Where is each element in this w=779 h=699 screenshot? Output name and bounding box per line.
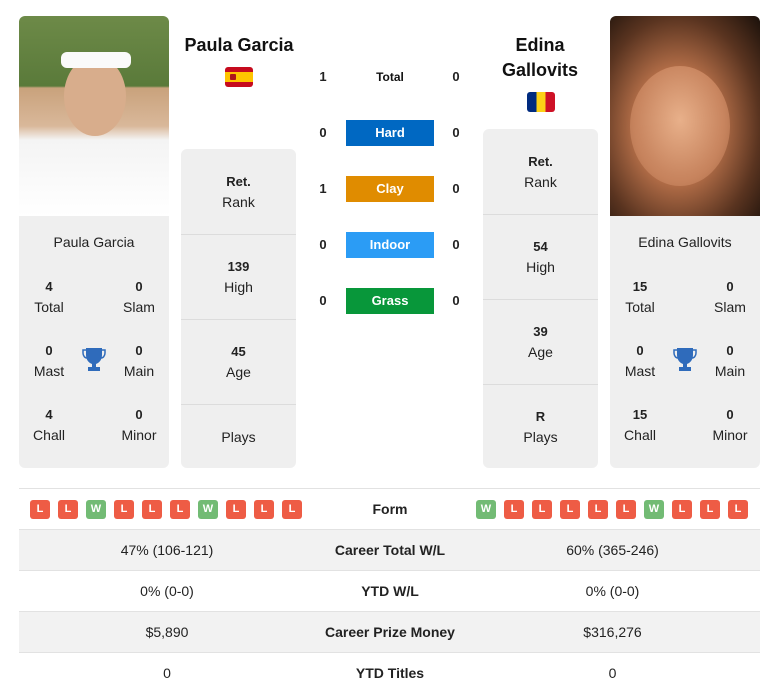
form-loss-badge[interactable]: L: [616, 500, 636, 519]
surface-clay-badge[interactable]: Clay: [346, 176, 434, 202]
info-age: 39 Age: [483, 299, 598, 384]
form-loss-badge[interactable]: L: [728, 500, 748, 519]
h2h-right-value: 0: [452, 181, 460, 196]
form-win-badge[interactable]: W: [198, 500, 218, 519]
info-plays: Plays: [181, 404, 296, 468]
surface-grass-badge[interactable]: Grass: [346, 288, 434, 314]
surface-total-label: Total: [376, 70, 404, 84]
h2h-row-grass: 0 Grass 0: [305, 288, 475, 314]
left-value: $5,890: [145, 624, 189, 640]
stat-total: 4 Total: [34, 279, 64, 315]
row-label: Career Total W/L: [334, 542, 446, 558]
stat-chall: 15 Chall: [624, 407, 656, 443]
info-rank: Ret. Rank: [222, 173, 255, 210]
form-loss-badge[interactable]: L: [170, 500, 190, 519]
form-loss-badge[interactable]: L: [504, 500, 524, 519]
romania-flag-icon: [527, 92, 555, 112]
table-row: $5,890 Career Prize Money $316,276: [19, 611, 760, 652]
card-player-name: Paula Garcia: [53, 234, 135, 250]
info-plays: R Plays: [483, 384, 598, 468]
stat-minor: 0 Minor: [712, 407, 748, 443]
h2h-row-clay: 1 Clay 0: [305, 176, 475, 202]
stat-minor: 0 Minor: [121, 407, 157, 443]
stat-mast: 0 Mast: [624, 343, 656, 379]
player-info-right: Ret. Rank 54 High 39 Age R Plays: [483, 129, 598, 468]
h2h-left-value: 0: [319, 237, 327, 252]
player-photo-left[interactable]: [19, 16, 169, 216]
card-player-name: Edina Gallovits: [638, 234, 732, 250]
h2h-left-value: 0: [319, 293, 327, 308]
h2h-left-value: 1: [319, 181, 327, 196]
h2h-left-value: 1: [319, 69, 327, 84]
form-loss-badge[interactable]: L: [142, 500, 162, 519]
stat-chall: 4 Chall: [33, 407, 65, 443]
left-value: 0% (0-0): [140, 583, 194, 599]
form-win-badge[interactable]: W: [86, 500, 106, 519]
form-loss-badge[interactable]: L: [58, 500, 78, 519]
h2h-right-value: 0: [452, 293, 460, 308]
stat-slam: 0 Slam: [714, 279, 746, 315]
surface-hard-badge[interactable]: Hard: [346, 120, 434, 146]
h2h-row-hard: 0 Hard 0: [305, 120, 475, 146]
h2h-row-total: 1 Total 0: [305, 64, 475, 90]
form-loss-badge[interactable]: L: [588, 500, 608, 519]
right-value: 60% (365-246): [566, 542, 659, 558]
form-row: LLWLLLWLLL Form WLLLLLWLLL: [19, 488, 760, 529]
form-loss-badge[interactable]: L: [226, 500, 246, 519]
form-loss-badge[interactable]: L: [532, 500, 552, 519]
photo-face: [64, 56, 126, 136]
right-value: 0% (0-0): [585, 583, 640, 599]
photo-face: [630, 66, 730, 186]
comparison-table: LLWLLLWLLL Form WLLLLLWLLL 47% (106-121)…: [19, 488, 760, 693]
right-value: $316,276: [583, 624, 642, 640]
row-label: Career Prize Money: [325, 624, 455, 640]
left-value: 0: [163, 665, 171, 681]
row-label: YTD W/L: [361, 583, 419, 599]
h2h-right-value: 0: [452, 125, 460, 140]
player-card-left: Paula Garcia 4 Total 0 Slam 0 Mast 0 Main 4C…: [19, 216, 169, 468]
info-age: 45 Age: [181, 319, 296, 404]
form-win-badge[interactable]: W: [476, 500, 496, 519]
form-win-badge[interactable]: W: [644, 500, 664, 519]
player-photo-right[interactable]: [610, 16, 760, 216]
form-right: WLLLLLWLLL: [476, 500, 748, 519]
table-row: 0 YTD Titles 0: [19, 652, 760, 693]
trophy-icon: [82, 348, 106, 371]
player-info-left: Ret. Rank 139 High 45 Age Plays: [181, 149, 296, 468]
table-row: 47% (106-121) Career Total W/L 60% (365-…: [19, 529, 760, 570]
info-high: 139 High: [181, 234, 296, 319]
form-left: LLWLLLWLLL: [30, 500, 302, 519]
spain-flag-icon: [225, 67, 253, 87]
stat-main: 0 Main: [714, 343, 746, 379]
form-loss-badge[interactable]: L: [114, 500, 134, 519]
h2h-row-indoor: 0 Indoor 0: [305, 232, 475, 258]
stat-slam: 0 Slam: [123, 279, 155, 315]
info-high: 54 High: [483, 214, 598, 299]
stat-main: 0 Main: [123, 343, 155, 379]
surface-indoor-badge[interactable]: Indoor: [346, 232, 434, 258]
row-label: YTD Titles: [355, 665, 425, 681]
h2h-right-value: 0: [452, 69, 460, 84]
form-loss-badge[interactable]: L: [30, 500, 50, 519]
player-name-right[interactable]: Edina Gallovits: [476, 33, 604, 83]
row-label: Form: [372, 501, 408, 517]
right-value: 0: [608, 665, 617, 681]
form-loss-badge[interactable]: L: [560, 500, 580, 519]
form-loss-badge[interactable]: L: [672, 500, 692, 519]
h2h-right-value: 0: [452, 237, 460, 252]
form-loss-badge[interactable]: L: [282, 500, 302, 519]
player-name-left[interactable]: Paula Garcia: [175, 33, 303, 58]
table-row: 0% (0-0) YTD W/L 0% (0-0): [19, 570, 760, 611]
player-card-right: Edina Gallovits 15 Total 0 Slam 0 Mast 0 Mai…: [610, 216, 760, 468]
stat-total: 15 Total: [625, 279, 655, 315]
stat-mast: 0 Mast: [33, 343, 65, 379]
h2h-left-value: 0: [319, 125, 327, 140]
trophy-icon: [673, 348, 697, 371]
form-loss-badge[interactable]: L: [700, 500, 720, 519]
photo-headband: [61, 52, 131, 68]
info-rank: Ret. Rank: [524, 153, 557, 190]
left-value: 47% (106-121): [120, 542, 214, 558]
form-loss-badge[interactable]: L: [254, 500, 274, 519]
